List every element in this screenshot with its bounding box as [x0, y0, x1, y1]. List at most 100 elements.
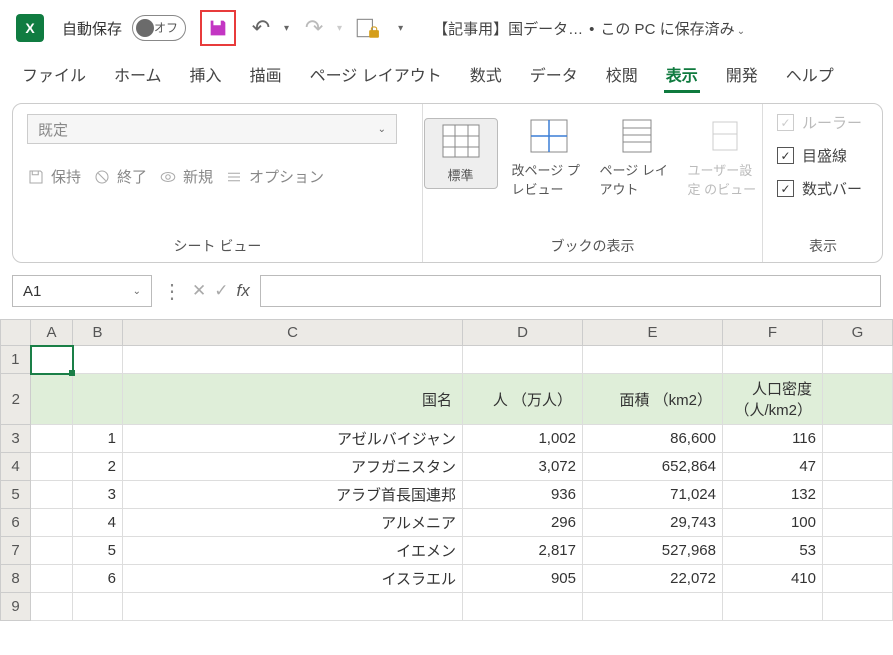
- tab-ページ レイアウト[interactable]: ページ レイアウト: [308, 62, 444, 93]
- cell-country[interactable]: アフガニスタン: [123, 453, 463, 481]
- tab-数式[interactable]: 数式: [468, 62, 504, 93]
- gridlines-checkbox[interactable]: ✓目盛線: [777, 145, 869, 166]
- tab-描画[interactable]: 描画: [248, 62, 284, 93]
- cell-pop[interactable]: 2,817: [463, 537, 583, 565]
- col-header-C[interactable]: C: [123, 320, 463, 346]
- cell-pop[interactable]: 296: [463, 509, 583, 537]
- cell-pop[interactable]: 905: [463, 565, 583, 593]
- tab-ホーム[interactable]: ホーム: [112, 62, 164, 93]
- end-button[interactable]: 終了: [93, 166, 147, 187]
- cell-density[interactable]: 47: [723, 453, 823, 481]
- cell-country[interactable]: アラブ首長国連邦: [123, 481, 463, 509]
- undo-button[interactable]: ↶: [246, 13, 276, 43]
- excel-app-icon: X: [16, 14, 44, 42]
- cell-density[interactable]: 100: [723, 509, 823, 537]
- col-header-A[interactable]: A: [31, 320, 73, 346]
- tab-データ[interactable]: データ: [528, 62, 580, 93]
- tab-ヘルプ[interactable]: ヘルプ: [784, 62, 836, 93]
- row-header[interactable]: 4: [1, 453, 31, 481]
- autosave-label: 自動保存: [62, 18, 122, 39]
- formulabar-checkbox[interactable]: ✓数式バー: [777, 178, 869, 199]
- formula-bar: A1⌄ ⋮ ✕ ✓ fx: [12, 275, 881, 307]
- cell[interactable]: 4: [73, 509, 123, 537]
- cell[interactable]: 6: [73, 565, 123, 593]
- title-bar: X 自動保存 オフ ↶ ▾ ↷ ▾ ▾ 【記事用】国データ…•この PC に保存済み…: [0, 0, 893, 56]
- keep-button[interactable]: 保持: [27, 166, 81, 187]
- cell-country[interactable]: イエメン: [123, 537, 463, 565]
- cell-pop[interactable]: 936: [463, 481, 583, 509]
- save-button[interactable]: [200, 10, 236, 46]
- col-header-F[interactable]: F: [723, 320, 823, 346]
- tab-表示[interactable]: 表示: [664, 62, 700, 93]
- header-population[interactable]: 人 （万人）: [463, 374, 583, 425]
- cell-pop[interactable]: 3,072: [463, 453, 583, 481]
- qat-overflow-icon[interactable]: ▾: [398, 23, 403, 34]
- new-button[interactable]: 新規: [159, 166, 213, 187]
- ruler-checkbox[interactable]: ✓ルーラー: [777, 112, 869, 133]
- col-header-B[interactable]: B: [73, 320, 123, 346]
- cell-country[interactable]: アルメニア: [123, 509, 463, 537]
- col-header-G[interactable]: G: [823, 320, 893, 346]
- page-layout-button[interactable]: ページ レイアウト: [600, 118, 674, 198]
- ribbon: 既定⌄ 保持 終了 新規 オプション シート ビュー 標準 改ページ プレビュー…: [12, 103, 883, 263]
- cell-area[interactable]: 29,743: [583, 509, 723, 537]
- row-header[interactable]: 1: [1, 346, 31, 374]
- group-label: 表示: [763, 236, 883, 256]
- row-header[interactable]: 7: [1, 537, 31, 565]
- custom-views-button[interactable]: ユーザー設定 のビュー: [688, 118, 762, 198]
- confirm-formula-icon[interactable]: ✓: [214, 281, 228, 301]
- cell-area[interactable]: 86,600: [583, 425, 723, 453]
- tab-挿入[interactable]: 挿入: [188, 62, 224, 93]
- cell-density[interactable]: 410: [723, 565, 823, 593]
- cell[interactable]: 1: [73, 425, 123, 453]
- cell-area[interactable]: 22,072: [583, 565, 723, 593]
- redo-dropdown-icon[interactable]: ▾: [337, 23, 342, 34]
- cancel-formula-icon[interactable]: ✕: [192, 281, 206, 301]
- group-label: シート ビュー: [13, 236, 422, 256]
- tab-開発[interactable]: 開発: [724, 62, 760, 93]
- cell-density[interactable]: 132: [723, 481, 823, 509]
- options-button[interactable]: オプション: [225, 166, 324, 187]
- row-header[interactable]: 5: [1, 481, 31, 509]
- sheet-view-preset[interactable]: 既定⌄: [27, 114, 397, 144]
- formula-input[interactable]: [260, 275, 881, 307]
- col-header-corner[interactable]: [1, 320, 31, 346]
- spreadsheet-grid[interactable]: ABCDEFG 1 2 国名 人 （万人） 面積 （km2） 人口密度（人/km…: [0, 319, 893, 621]
- row-header[interactable]: 6: [1, 509, 31, 537]
- cell-area[interactable]: 527,968: [583, 537, 723, 565]
- group-sheet-view: 既定⌄ 保持 終了 新規 オプション シート ビュー: [13, 104, 423, 262]
- document-name[interactable]: 【記事用】国データ…•この PC に保存済み ⌄: [433, 18, 745, 39]
- tab-ファイル[interactable]: ファイル: [20, 62, 88, 93]
- ribbon-tabs: ファイルホーム挿入描画ページ レイアウト数式データ校閲表示開発ヘルプ: [0, 56, 893, 93]
- group-show: ✓ルーラー ✓目盛線 ✓数式バー 表示: [763, 104, 883, 262]
- cell-A1[interactable]: [31, 346, 73, 374]
- cell-area[interactable]: 71,024: [583, 481, 723, 509]
- header-area[interactable]: 面積 （km2）: [583, 374, 723, 425]
- name-box[interactable]: A1⌄: [12, 275, 152, 307]
- cell-country[interactable]: イスラエル: [123, 565, 463, 593]
- cell-density[interactable]: 116: [723, 425, 823, 453]
- row-header[interactable]: 8: [1, 565, 31, 593]
- cell[interactable]: 2: [73, 453, 123, 481]
- normal-view-button[interactable]: 標準: [424, 118, 498, 189]
- autosave-toggle[interactable]: オフ: [132, 15, 186, 41]
- redo-button[interactable]: ↷: [299, 13, 329, 43]
- cell-density[interactable]: 53: [723, 537, 823, 565]
- group-label: ブックの表示: [423, 236, 762, 256]
- fx-icon[interactable]: fx: [237, 281, 250, 301]
- undo-dropdown-icon[interactable]: ▾: [284, 23, 289, 34]
- group-workbook-views: 標準 改ページ プレビュー ページ レイアウト ユーザー設定 のビュー ブックの…: [423, 104, 763, 262]
- header-density[interactable]: 人口密度（人/km2）: [723, 374, 823, 425]
- cell-country[interactable]: アゼルバイジャン: [123, 425, 463, 453]
- col-header-D[interactable]: D: [463, 320, 583, 346]
- pagebreak-preview-button[interactable]: 改ページ プレビュー: [512, 118, 586, 198]
- cell[interactable]: 3: [73, 481, 123, 509]
- lock-record-icon[interactable]: [352, 13, 382, 43]
- row-header[interactable]: 3: [1, 425, 31, 453]
- cell-area[interactable]: 652,864: [583, 453, 723, 481]
- tab-校閲[interactable]: 校閲: [604, 62, 640, 93]
- header-country[interactable]: 国名: [123, 374, 463, 425]
- cell[interactable]: 5: [73, 537, 123, 565]
- col-header-E[interactable]: E: [583, 320, 723, 346]
- cell-pop[interactable]: 1,002: [463, 425, 583, 453]
